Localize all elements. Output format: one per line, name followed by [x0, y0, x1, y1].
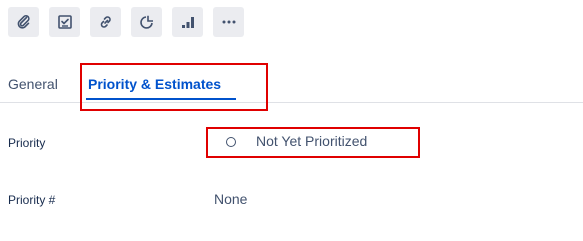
- priority-number-value[interactable]: None: [214, 191, 247, 207]
- highlight-box-tab: [80, 63, 268, 111]
- pie-chart-icon: [139, 14, 155, 30]
- link-button[interactable]: [90, 7, 121, 37]
- tab-general[interactable]: General: [8, 75, 58, 93]
- checklist-button[interactable]: [49, 7, 80, 37]
- priority-label: Priority: [8, 136, 46, 150]
- priority-number-label: Priority #: [8, 193, 56, 207]
- highlight-box-priority: [206, 127, 420, 158]
- pie-chart-button[interactable]: [131, 7, 162, 37]
- more-button[interactable]: [213, 7, 244, 37]
- bar-chart-icon: [180, 14, 196, 30]
- attachment-icon: [16, 14, 32, 30]
- attachment-button[interactable]: [8, 7, 39, 37]
- checklist-icon: [57, 14, 73, 30]
- link-icon: [98, 14, 114, 30]
- bar-chart-button[interactable]: [172, 7, 203, 37]
- toolbar: [8, 7, 254, 37]
- more-icon: [221, 14, 237, 30]
